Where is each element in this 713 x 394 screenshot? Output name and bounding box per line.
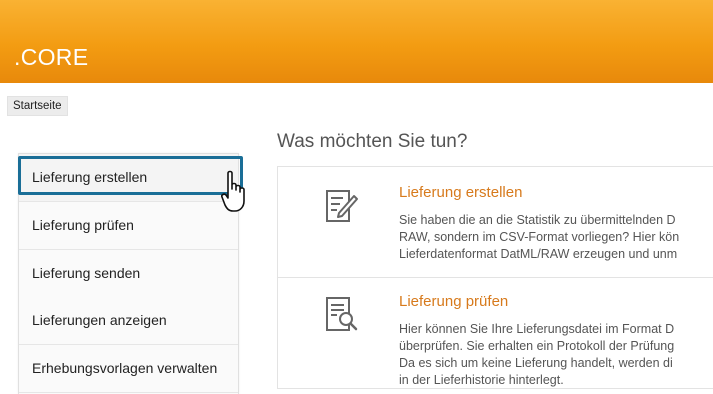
highlight-annotation — [18, 156, 243, 195]
sidebar-item-erhebungsvorlagen-verwalten[interactable]: Erhebungsvorlagen verwalten — [19, 345, 238, 393]
card-title[interactable]: Lieferung prüfen — [399, 293, 508, 310]
sidebar-item-label: Lieferung senden — [32, 265, 141, 281]
card-desc-line: überprüfen. Sie erhalten ein Protokoll d… — [399, 339, 675, 353]
page-title: Was möchten Sie tun? — [277, 131, 468, 152]
card-desc-line: in der Lieferhistorie hinterlegt. — [399, 373, 564, 387]
edit-document-icon — [326, 190, 358, 222]
card-lieferung-erstellen[interactable]: Lieferung erstellen Sie haben die an die… — [277, 166, 713, 278]
card-lieferung-pruefen[interactable]: Lieferung prüfen Hier können Sie Ihre Li… — [277, 277, 713, 389]
card-desc-line: Lieferdatenformat DatML/RAW erzeugen und… — [399, 247, 678, 261]
sidebar-item-lieferung-senden[interactable]: Lieferung senden — [19, 250, 238, 298]
app-header: .CORE — [0, 0, 713, 83]
sidebar-item-label: Erhebungsvorlagen verwalten — [32, 360, 218, 376]
card-desc-line: Sie haben die an die Statistik zu übermi… — [399, 213, 676, 227]
sidebar-item-label: Lieferungen anzeigen — [32, 312, 167, 328]
sidebar-item-label: Lieferung prüfen — [32, 217, 134, 233]
card-desc-line: Hier können Sie Ihre Lieferungsdatei im … — [399, 322, 675, 336]
card-desc-line: RAW, sondern im CSV-Format vorliegen? Hi… — [399, 230, 680, 244]
breadcrumb-home[interactable]: Startseite — [7, 96, 68, 116]
search-document-icon — [326, 297, 358, 331]
card-title[interactable]: Lieferung erstellen — [399, 184, 522, 201]
sidebar-item-lieferung-pruefen[interactable]: Lieferung prüfen — [19, 202, 238, 250]
card-description: Sie haben die an die Statistik zu übermi… — [399, 212, 713, 263]
hand-pointer-icon — [221, 170, 245, 212]
card-desc-line: Da es sich um keine Lieferung handelt, w… — [399, 356, 673, 370]
app-title[interactable]: .CORE — [14, 44, 88, 71]
sidebar-item-lieferungen-anzeigen[interactable]: Lieferungen anzeigen — [19, 297, 238, 345]
card-description: Hier können Sie Ihre Lieferungsdatei im … — [399, 321, 713, 389]
